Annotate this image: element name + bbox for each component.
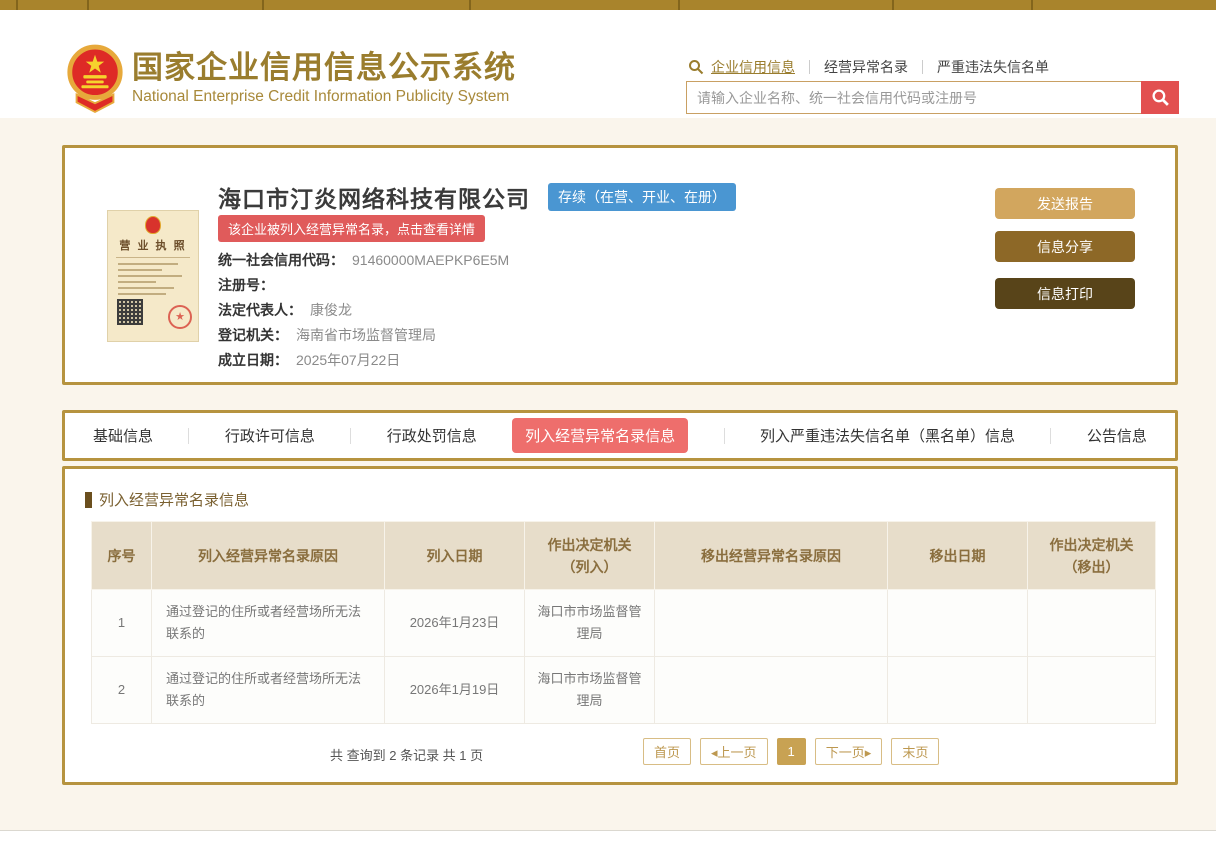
divider xyxy=(922,60,923,74)
abnormal-operations-table: 序号 列入经营异常名录原因 列入日期 作出决定机关（列入） 移出经营异常名录原因… xyxy=(91,521,1156,724)
tab-administrative-licensing[interactable]: 行政许可信息 xyxy=(225,425,315,446)
top-nav-strip xyxy=(0,0,1216,10)
share-info-button[interactable]: 信息分享 xyxy=(995,231,1135,262)
abnormal-operations-section: 列入经营异常名录信息 序号 列入经营异常名录原因 列入日期 作出决定机关（列入）… xyxy=(62,466,1178,785)
col-deciding-authority-removal: 作出决定机关（移出） xyxy=(1028,522,1156,590)
col-inclusion-reason: 列入经营异常名录原因 xyxy=(152,522,385,590)
pagination-next-button[interactable]: 下一页▸ xyxy=(815,738,883,765)
abnormal-warning-badge[interactable]: 该企业被列入经营异常名录，点击查看详情 xyxy=(218,215,485,242)
company-summary-card: 营 业 执 照 ★ 海口市汀炎网络科技有限公司 存续（在营、开业、在册） 该企业… xyxy=(62,145,1178,385)
license-title: 营 业 执 照 xyxy=(108,237,198,253)
pagination-first-button[interactable]: 首页 xyxy=(643,738,691,765)
pagination-prev-button[interactable]: ◂上一页 xyxy=(700,738,768,765)
field-registration-number: 注册号： xyxy=(218,272,509,297)
company-fields: 统一社会信用代码： 91460000MAEPKP6E5M 注册号： 法定代表人：… xyxy=(218,247,509,372)
col-removal-reason: 移出经营异常名录原因 xyxy=(655,522,888,590)
search-scope-links: 企业信用信息 经营异常名录 严重违法失信名单 xyxy=(688,57,1049,77)
field-credit-code: 统一社会信用代码： 91460000MAEPKP6E5M xyxy=(218,247,509,272)
search-icon xyxy=(688,59,704,75)
col-inclusion-date: 列入日期 xyxy=(385,522,525,590)
field-legal-representative: 法定代表人： 康俊龙 xyxy=(218,297,509,322)
company-name: 海口市汀炎网络科技有限公司 xyxy=(218,180,530,214)
divider xyxy=(724,428,725,444)
tab-basic-info[interactable]: 基础信息 xyxy=(93,425,153,446)
field-registration-authority: 登记机关： 海南省市场监督管理局 xyxy=(218,322,509,347)
divider xyxy=(350,428,351,444)
record-count-summary: 共 查询到 2 条记录 共 1 页 xyxy=(330,745,483,764)
link-abnormal-operations-list[interactable]: 经营异常名录 xyxy=(824,57,908,77)
status-badge: 存续（在营、开业、在册） xyxy=(548,183,736,211)
section-title: 列入经营异常名录信息 xyxy=(85,489,249,510)
tab-serious-violation-blacklist[interactable]: 列入严重违法失信名单（黑名单）信息 xyxy=(760,425,1015,446)
link-serious-violation-list[interactable]: 严重违法失信名单 xyxy=(937,57,1049,77)
section-title-bar xyxy=(85,492,92,508)
table-row: 2 通过登记的住所或者经营场所无法联系的 2026年1月19日 海口市市场监督管… xyxy=(92,657,1156,724)
pagination: 首页 ◂上一页 1 下一页▸ 末页 xyxy=(643,738,939,765)
table-row: 1 通过登记的住所或者经营场所无法联系的 2026年1月23日 海口市市场监督管… xyxy=(92,590,1156,657)
search-icon xyxy=(1151,88,1170,107)
divider xyxy=(809,60,810,74)
search-input[interactable] xyxy=(686,81,1141,114)
print-info-button[interactable]: 信息打印 xyxy=(995,278,1135,309)
company-action-buttons: 发送报告 信息分享 信息打印 xyxy=(995,188,1135,309)
col-serial-number: 序号 xyxy=(92,522,152,590)
tab-abnormal-operations[interactable]: 列入经营异常名录信息 xyxy=(512,418,688,453)
send-report-button[interactable]: 发送报告 xyxy=(995,188,1135,219)
search-bar xyxy=(686,81,1179,114)
pagination-last-button[interactable]: 末页 xyxy=(891,738,939,765)
search-button[interactable] xyxy=(1141,81,1179,114)
divider xyxy=(1050,428,1051,444)
license-qr-code xyxy=(117,299,143,325)
detail-tabs: 基础信息 行政许可信息 行政处罚信息 列入经营异常名录信息 列入严重违法失信名单… xyxy=(62,410,1178,461)
col-deciding-authority-inclusion: 作出决定机关（列入） xyxy=(525,522,655,590)
national-emblem-logo xyxy=(64,43,126,115)
license-divider xyxy=(116,257,190,258)
link-enterprise-credit-info[interactable]: 企业信用信息 xyxy=(711,57,795,77)
field-establishment-date: 成立日期： 2025年07月22日 xyxy=(218,347,509,372)
business-license-thumbnail: 营 业 执 照 ★ xyxy=(107,210,199,342)
site-title-en: National Enterprise Credit Information P… xyxy=(132,88,516,106)
license-red-seal: ★ xyxy=(168,305,192,329)
divider xyxy=(188,428,189,444)
license-emblem-icon xyxy=(145,216,161,234)
tab-administrative-penalty[interactable]: 行政处罚信息 xyxy=(387,425,477,446)
pagination-page-1-button[interactable]: 1 xyxy=(777,738,806,765)
col-removal-date: 移出日期 xyxy=(888,522,1028,590)
table-header-row: 序号 列入经营异常名录原因 列入日期 作出决定机关（列入） 移出经营异常名录原因… xyxy=(92,522,1156,590)
footer-strip xyxy=(0,830,1216,848)
site-header: 国家企业信用信息公示系统 National Enterprise Credit … xyxy=(0,10,1216,118)
tab-announcements[interactable]: 公告信息 xyxy=(1087,425,1147,446)
license-text-lines xyxy=(108,263,198,295)
site-title-cn: 国家企业信用信息公示系统 xyxy=(132,51,516,85)
